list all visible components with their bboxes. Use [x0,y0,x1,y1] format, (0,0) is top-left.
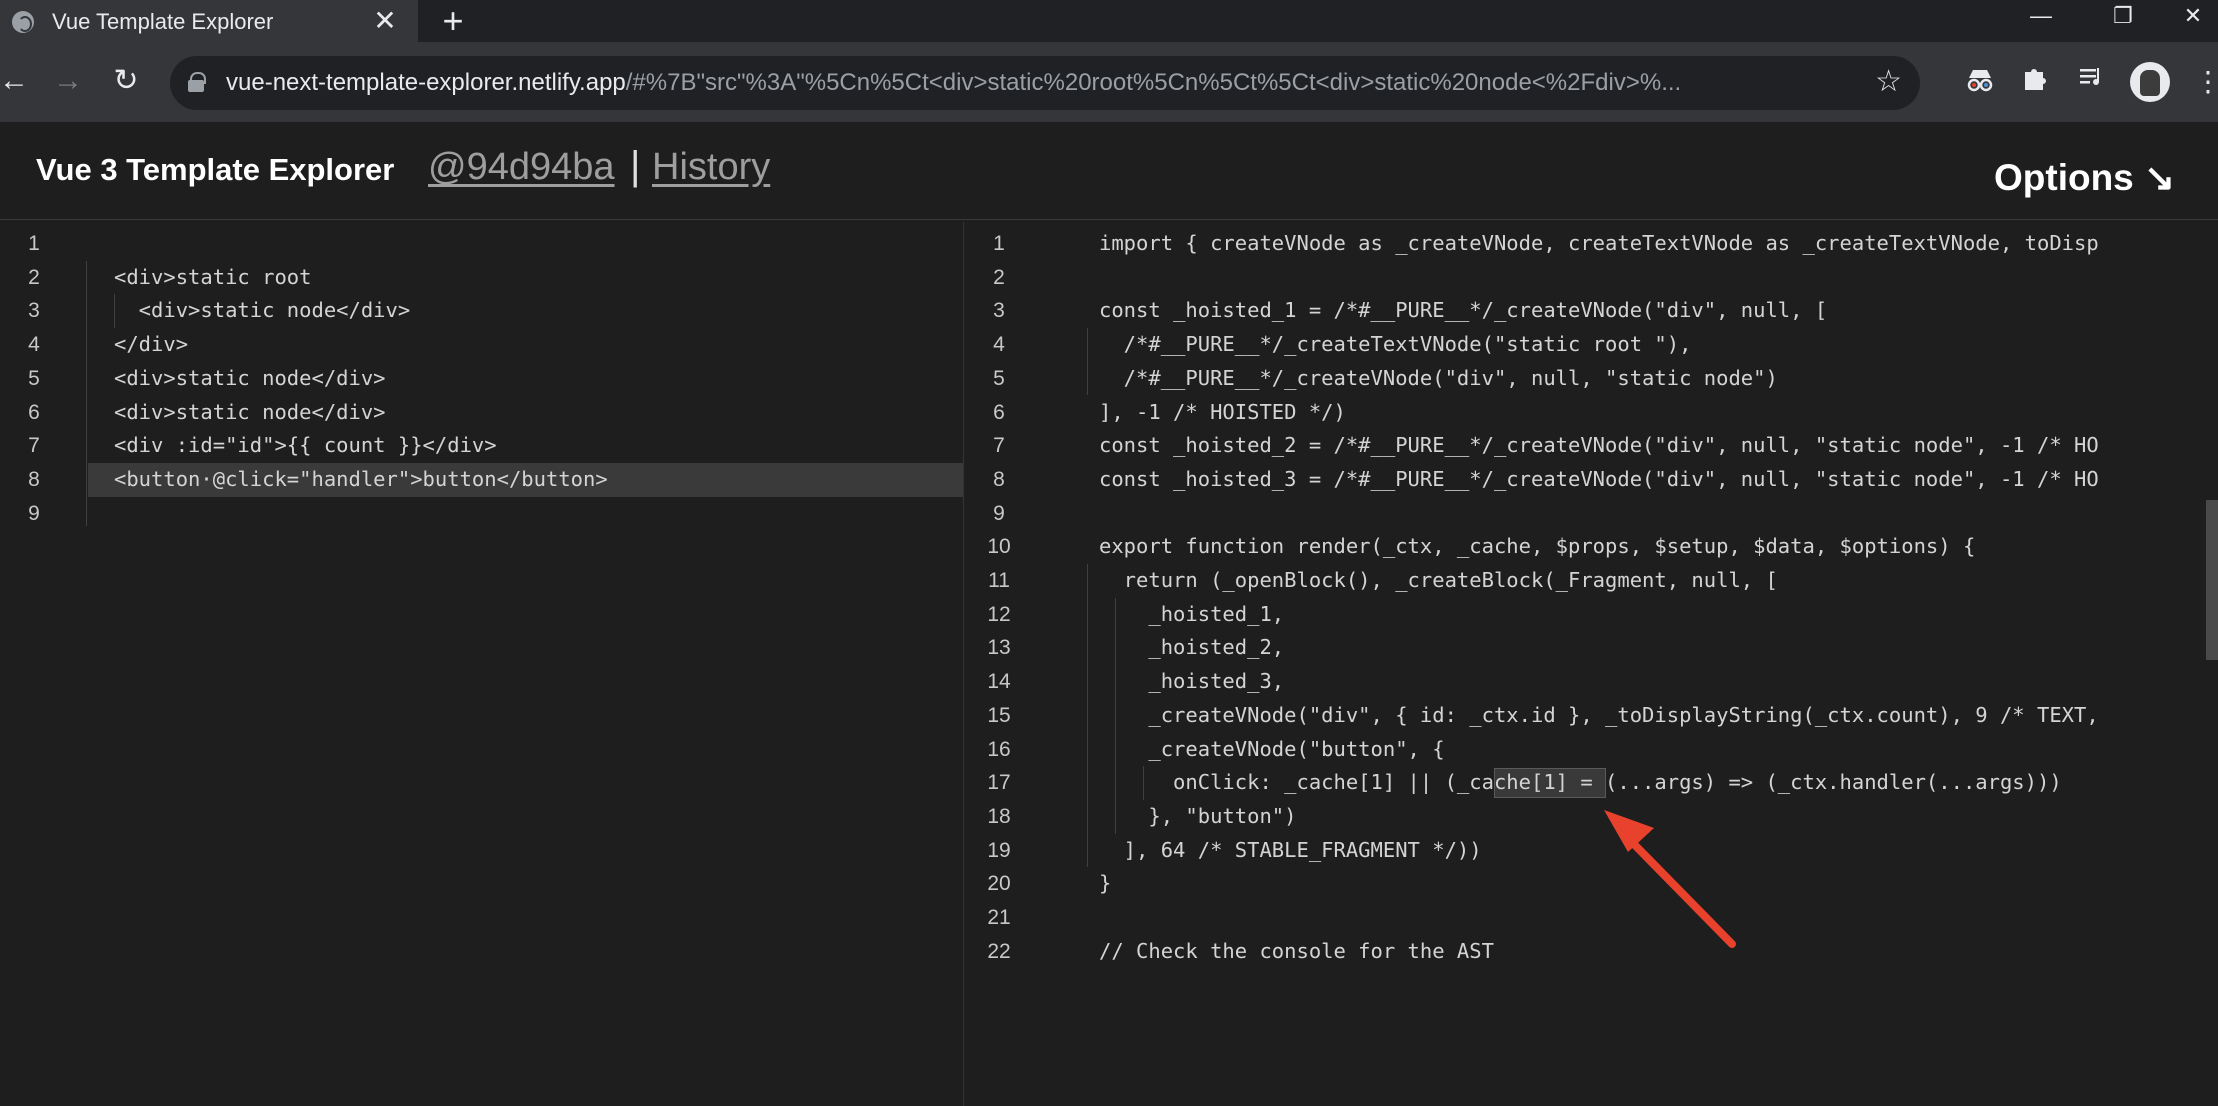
url-host: vue-next-template-explorer.netlify.app [226,69,626,96]
indent-guide [86,260,87,527]
template-line-number: 3 [28,299,40,323]
output-code-line[interactable]: ], -1 /* HOISTED */) [1099,396,1346,430]
media-queue-icon[interactable] [2072,62,2112,102]
output-code-line[interactable]: _hoisted_2, [1099,631,1284,665]
template-line-number: 6 [28,400,40,424]
output-code-line[interactable]: import { createVNode as _createVNode, cr… [1099,227,2099,261]
output-scrollbar[interactable] [2206,500,2218,660]
template-code-line[interactable]: <div :id="id">{{ count }}</div> [114,429,497,463]
profile-avatar[interactable] [2130,62,2170,102]
browser-toolbar: ← → ↻ vue-next-template-explorer.netlify… [0,42,2218,122]
output-line-number: 4 [993,333,1005,357]
template-line-number: 1 [28,232,40,255]
output-code-line[interactable]: _createVNode("div", { id: _ctx.id }, _to… [1099,699,2098,733]
output-line-number: 18 [987,804,1011,828]
output-code-line[interactable]: const _hoisted_1 = /*#__PURE__*/_createV… [1099,294,1827,328]
output-line-number: 2 [993,265,1005,289]
output-line-number: 6 [993,400,1005,424]
reload-icon[interactable]: ↻ [106,62,146,102]
browser-tab[interactable]: Vue Template Explorer ✕ [0,0,418,42]
output-line-number: 20 [987,872,1011,896]
url-path: /#%7B"src"%3A"%5Cn%5Ct<div>static%20root… [625,69,1682,96]
page-title: Vue 3 Template Explorer [36,152,395,187]
template-line-number: 4 [28,333,40,357]
output-code-line[interactable]: const _hoisted_2 = /*#__PURE__*/_createV… [1099,429,2099,463]
output-line-number: 17 [987,771,1011,795]
output-line-number: 21 [987,906,1011,929]
output-code-line[interactable]: _hoisted_3, [1099,665,1284,699]
output-code-line[interactable]: /*#__PURE__*/_createVNode("div", null, "… [1099,362,1778,396]
tab-close-icon[interactable]: ✕ [370,6,400,36]
globe-icon [12,11,34,33]
output-code-line[interactable]: }, "button") [1099,800,1296,834]
template-line-number: 5 [28,366,40,390]
minimize-icon[interactable]: — [2016,0,2066,36]
output-line-number: 11 [988,569,1010,592]
indent-guide [1087,564,1088,868]
template-editor[interactable]: 1 2 <div>static root 3 <div>static node</di… [0,222,964,1106]
address-bar[interactable]: vue-next-template-explorer.netlify.app/#… [170,56,1920,110]
output-code-line[interactable]: onClick: _cache[1] || (_cache[1] = (...a… [1099,766,2062,800]
output-line-number: 1 [993,232,1005,255]
history-link[interactable]: History [652,146,770,189]
output-code-line[interactable]: /*#__PURE__*/_createTextVNode("static ro… [1099,328,1692,362]
template-line-number: 8 [28,467,40,491]
options-toggle[interactable]: Options ↘ [1994,156,2175,199]
output-code-line[interactable]: ], 64 /* STABLE_FRAGMENT */)) [1099,834,1482,868]
commit-link[interactable]: @94d94ba [428,146,615,189]
template-code-line[interactable]: <div>static node</div> [114,396,386,430]
window-close-icon[interactable]: ✕ [2168,0,2218,36]
output-line-number: 3 [993,299,1005,323]
output-code-line[interactable]: } [1099,867,1111,901]
url-text[interactable]: vue-next-template-explorer.netlify.app/#… [226,69,1846,97]
indent-guide [1143,766,1144,800]
output-code-line[interactable]: // Check the console for the AST [1099,935,1494,969]
output-line-number: 15 [987,703,1011,727]
puzzle-icon[interactable] [2016,62,2056,102]
output-code-line[interactable]: _hoisted_1, [1099,598,1284,632]
restore-icon[interactable]: ❐ [2098,0,2148,36]
template-code-line[interactable]: <div>static root [114,261,311,295]
output-line-number: 13 [987,636,1011,660]
template-line-number: 9 [28,501,40,525]
output-code-line[interactable]: export function render(_ctx, _cache, $pr… [1099,530,1975,564]
spy-icon[interactable] [1960,62,2000,102]
output-line-number: 9 [993,501,1005,525]
output-line-number: 7 [993,434,1005,458]
output-line-number: 5 [993,366,1005,390]
output-line-number: 19 [987,838,1011,862]
indent-guide [1087,328,1088,396]
browser-menu-icon[interactable]: ⋮ [2194,62,2218,102]
bookmark-star-icon[interactable]: ☆ [1875,64,1902,99]
forward-icon[interactable]: → [48,62,88,102]
app-header: Vue 3 Template Explorer @94d94ba | Histo… [0,122,2218,220]
template-line-number: 2 [28,265,40,289]
browser-tab-strip: Vue Template Explorer ✕ + — ❐ ✕ [0,0,2218,42]
header-separator: | [630,144,641,188]
template-line-number: 7 [28,434,40,458]
output-line-number: 12 [987,602,1011,626]
template-code-line[interactable]: </div> [114,328,188,362]
output-code-line[interactable]: _createVNode("button", { [1099,733,1444,767]
output-line-number: 22 [987,939,1011,963]
output-line-number: 10 [987,535,1011,559]
back-icon[interactable]: ← [0,62,34,102]
lock-icon[interactable] [188,72,206,92]
output-line-number: 16 [987,737,1011,761]
indent-guide [114,294,115,329]
output-code-line[interactable]: return (_openBlock(), _createBlock(_Frag… [1099,564,1778,598]
output-line-number: 14 [987,670,1011,694]
template-code-line[interactable]: <div>static node</div> [114,362,386,396]
template-code-line[interactable]: <div>static node</div> [114,294,411,328]
output-line-number: 8 [993,467,1005,491]
template-code-line[interactable]: <button·@click="handler">button</button> [114,463,608,497]
indent-guide [1115,597,1116,834]
new-tab-button[interactable]: + [436,3,470,39]
output-editor[interactable]: 1 import { createVNode as _createVNode, c… [965,222,2218,1106]
tab-title: Vue Template Explorer [52,9,274,34]
output-code-line[interactable]: const _hoisted_3 = /*#__PURE__*/_createV… [1099,463,2099,497]
